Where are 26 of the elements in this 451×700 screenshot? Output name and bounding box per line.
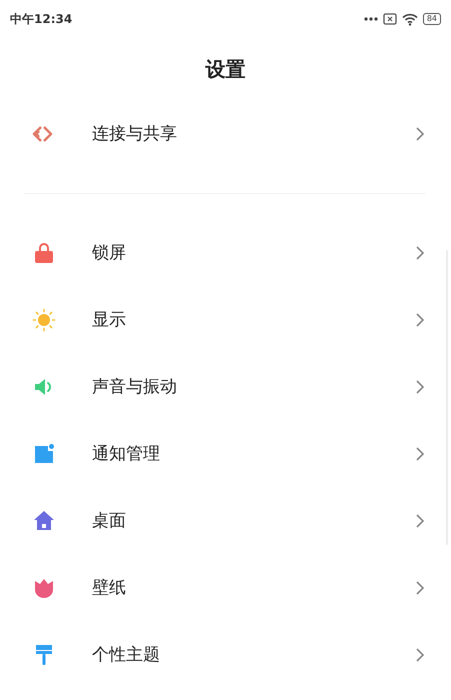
settings-item[interactable]: 锁屏 bbox=[0, 219, 451, 286]
sun-icon bbox=[32, 308, 56, 332]
chevron-right-icon bbox=[415, 378, 425, 394]
page-title: 设置 bbox=[204, 56, 246, 82]
chevron-right-icon bbox=[415, 244, 425, 260]
settings-item[interactable]: 桌面 bbox=[0, 487, 451, 554]
settings-item[interactable]: 通知管理 bbox=[0, 420, 451, 487]
settings-item[interactable]: 声音与振动 bbox=[0, 353, 451, 420]
lock-icon bbox=[32, 240, 56, 264]
no-sim-icon bbox=[382, 13, 397, 25]
chevron-right-icon bbox=[415, 446, 425, 462]
wifi-icon bbox=[402, 12, 418, 26]
status-time: 中午12:34 bbox=[10, 10, 72, 28]
settings-item[interactable]: 个性主题 bbox=[0, 621, 451, 688]
settings-item[interactable]: 连接与共享 bbox=[0, 100, 451, 167]
chevron-right-icon bbox=[415, 312, 425, 328]
chevron-right-icon bbox=[415, 646, 425, 662]
settings-item[interactable]: 壁纸 bbox=[0, 554, 451, 621]
chevron-right-icon bbox=[415, 126, 425, 142]
house-icon bbox=[32, 508, 56, 532]
notification-icon bbox=[32, 442, 56, 466]
chevron-right-icon bbox=[415, 512, 425, 528]
settings-item[interactable]: 显示 bbox=[0, 286, 451, 353]
battery-level: 84 bbox=[422, 13, 441, 25]
chevron-right-icon bbox=[415, 580, 425, 596]
more-dots-icon bbox=[364, 17, 378, 21]
